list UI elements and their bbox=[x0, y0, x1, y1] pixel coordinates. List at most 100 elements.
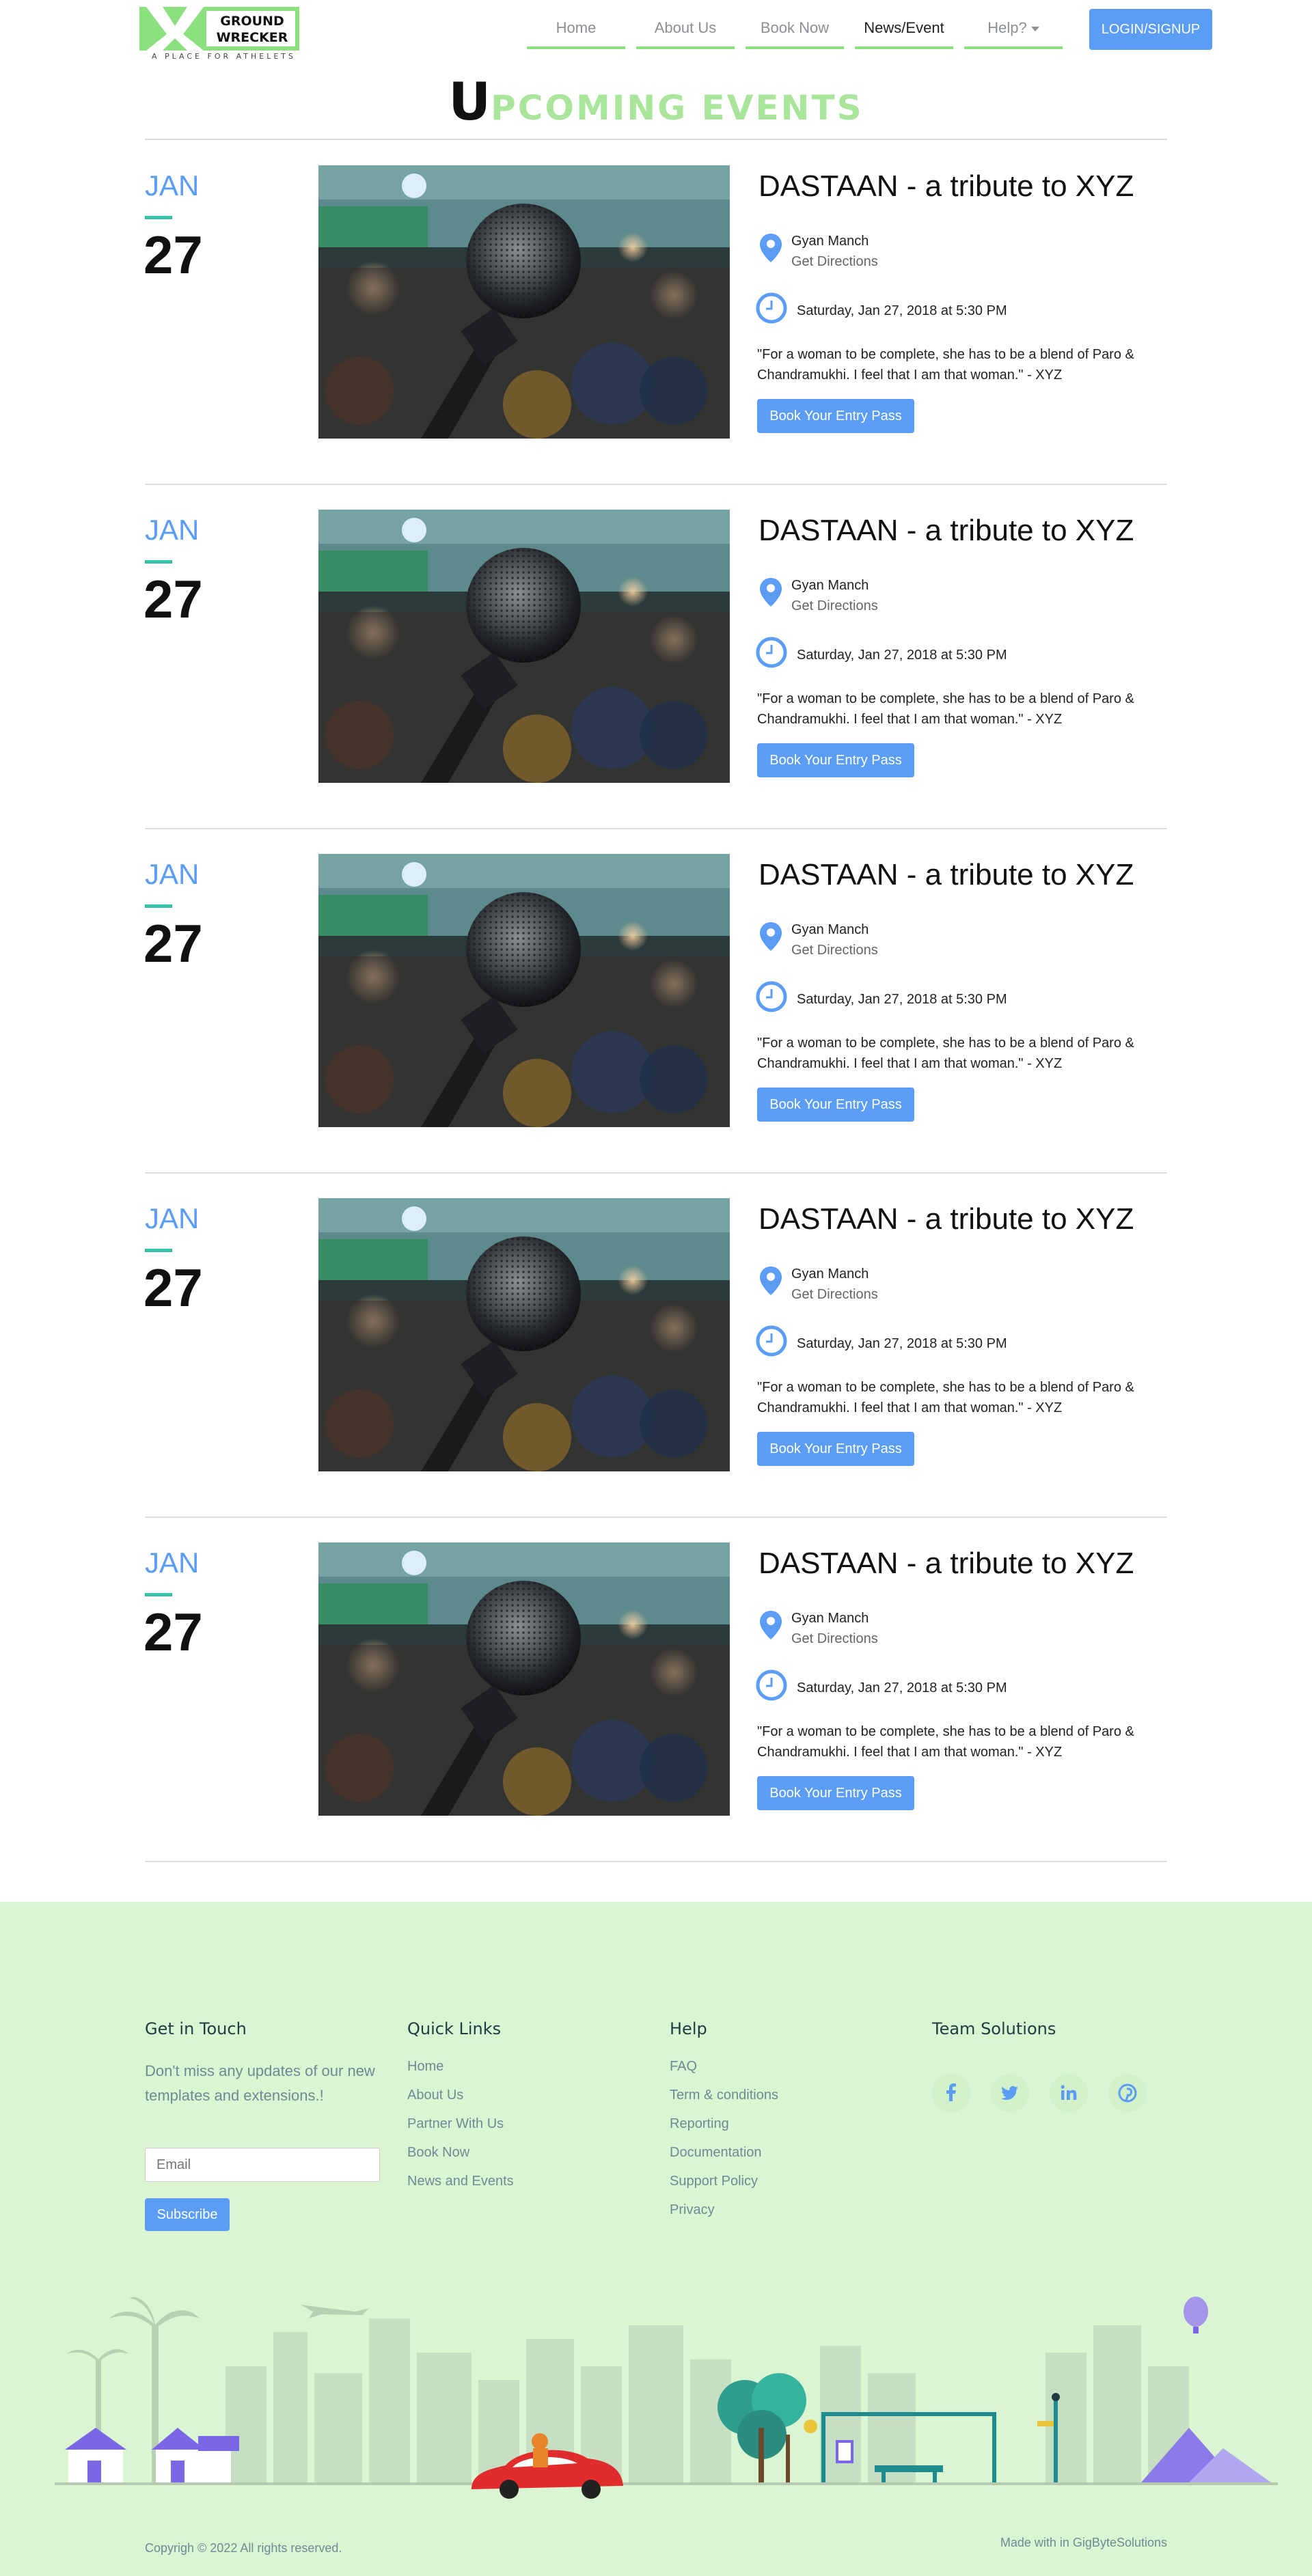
book-entry-pass-button[interactable]: Book Your Entry Pass bbox=[757, 1088, 914, 1122]
event-month: JAN bbox=[145, 169, 200, 202]
nav-about-us[interactable]: About Us bbox=[636, 16, 735, 49]
event-venue: Gyan Manch bbox=[791, 234, 869, 249]
month-underline bbox=[145, 216, 172, 219]
event-datetime: Saturday, Jan 27, 2018 at 5:30 PM bbox=[797, 1680, 1007, 1695]
facebook-icon[interactable] bbox=[932, 2074, 970, 2112]
event-day: 27 bbox=[144, 569, 203, 629]
navbar: GROUND WRECKER A PLACE FOR ATHELETS Home… bbox=[0, 0, 1312, 68]
footer-link-support-policy[interactable]: Support Policy bbox=[670, 2174, 778, 2189]
footer-link-news-events[interactable]: News and Events bbox=[407, 2174, 514, 2189]
login-signup-button[interactable]: LOGIN/SIGNUP bbox=[1089, 9, 1212, 50]
subscribe-button[interactable]: Subscribe bbox=[145, 2198, 230, 2231]
location-pin-icon bbox=[758, 232, 783, 267]
clock-icon bbox=[756, 637, 787, 671]
page-title-first-letter: U bbox=[448, 71, 491, 132]
event-venue: Gyan Manch bbox=[791, 578, 869, 593]
location-pin-icon bbox=[758, 1609, 783, 1644]
divider bbox=[145, 828, 1167, 829]
city-illustration bbox=[55, 2297, 1278, 2499]
event-title: DASTAAN - a tribute to XYZ bbox=[758, 514, 1134, 547]
get-directions-link[interactable]: Get Directions bbox=[791, 1631, 878, 1647]
location-pin-icon bbox=[758, 921, 783, 956]
divider bbox=[145, 1861, 1167, 1862]
event-title: DASTAAN - a tribute to XYZ bbox=[758, 858, 1134, 891]
event-month: JAN bbox=[145, 1547, 200, 1579]
footer-quick-links: Quick Links Home About Us Partner With U… bbox=[407, 2019, 514, 2202]
divider bbox=[145, 1172, 1167, 1174]
event-month: JAN bbox=[145, 514, 200, 546]
event-day: 27 bbox=[144, 913, 203, 973]
event-image bbox=[318, 510, 730, 783]
event-title: DASTAAN - a tribute to XYZ bbox=[758, 1547, 1134, 1580]
event-card: JAN 27 DASTAAN - a tribute to XYZ Gyan M… bbox=[0, 1542, 1312, 1888]
nav-book-now[interactable]: Book Now bbox=[746, 16, 844, 49]
book-entry-pass-button[interactable]: Book Your Entry Pass bbox=[757, 1776, 914, 1810]
footer-heading: Help bbox=[670, 2019, 707, 2038]
page-title-rest: PCOMING EVENTS bbox=[491, 88, 864, 128]
footer-link-reporting[interactable]: Reporting bbox=[670, 2116, 778, 2132]
event-description: "For a woman to be complete, she has to … bbox=[757, 1036, 1134, 1071]
made-with-text: Made with in GigByteSolutions bbox=[1000, 2536, 1167, 2549]
footer-link-privacy[interactable]: Privacy bbox=[670, 2202, 778, 2218]
twitter-icon[interactable] bbox=[991, 2074, 1029, 2112]
get-directions-link[interactable]: Get Directions bbox=[791, 254, 878, 270]
linkedin-icon[interactable] bbox=[1050, 2074, 1088, 2112]
event-datetime: Saturday, Jan 27, 2018 at 5:30 PM bbox=[797, 1336, 1007, 1351]
location-pin-icon bbox=[758, 1265, 783, 1300]
event-image bbox=[318, 165, 730, 439]
footer-link-terms[interactable]: Term & conditions bbox=[670, 2088, 778, 2103]
book-entry-pass-button[interactable]: Book Your Entry Pass bbox=[757, 399, 914, 433]
book-entry-pass-button[interactable]: Book Your Entry Pass bbox=[757, 1432, 914, 1466]
event-card: JAN 27 DASTAAN - a tribute to XYZ Gyan M… bbox=[0, 854, 1312, 1200]
event-venue: Gyan Manch bbox=[791, 922, 869, 937]
footer-get-in-touch: Get in Touch Don't miss any updates of o… bbox=[145, 2019, 391, 2231]
event-day: 27 bbox=[144, 1602, 203, 1662]
footer-heading: Get in Touch bbox=[145, 2019, 247, 2038]
event-title: DASTAAN - a tribute to XYZ bbox=[758, 169, 1134, 203]
page-title: UPCOMING EVENTS bbox=[0, 71, 1312, 132]
brand-tagline: A PLACE FOR ATHELETS bbox=[152, 52, 297, 61]
event-description: "For a woman to be complete, she has to … bbox=[757, 347, 1134, 383]
event-description: "For a woman to be complete, she has to … bbox=[757, 1724, 1134, 1760]
footer-team-solutions: Team Solutions bbox=[932, 2019, 1178, 2245]
month-underline bbox=[145, 1593, 172, 1596]
footer-newsletter-text: Don't miss any updates of our new templa… bbox=[145, 2062, 375, 2104]
nav-news-event[interactable]: News/Event bbox=[855, 16, 953, 49]
clock-icon bbox=[756, 292, 787, 327]
pinterest-icon[interactable] bbox=[1108, 2074, 1147, 2112]
footer-link-documentation[interactable]: Documentation bbox=[670, 2145, 778, 2161]
month-underline bbox=[145, 904, 172, 908]
location-pin-icon bbox=[758, 577, 783, 611]
footer-link-book-now[interactable]: Book Now bbox=[407, 2145, 514, 2161]
get-directions-link[interactable]: Get Directions bbox=[791, 943, 878, 958]
footer-link-home[interactable]: Home bbox=[407, 2059, 514, 2075]
nav-help-dropdown[interactable]: Help? bbox=[964, 16, 1063, 49]
book-entry-pass-button[interactable]: Book Your Entry Pass bbox=[757, 743, 914, 777]
footer: Get in Touch Don't miss any updates of o… bbox=[0, 1902, 1312, 2576]
footer-link-faq[interactable]: FAQ bbox=[670, 2059, 778, 2075]
divider bbox=[145, 139, 1167, 140]
clock-icon bbox=[756, 981, 787, 1016]
nav-help-label: Help? bbox=[987, 19, 1027, 36]
event-datetime: Saturday, Jan 27, 2018 at 5:30 PM bbox=[797, 303, 1007, 318]
email-field[interactable] bbox=[145, 2148, 380, 2182]
event-image bbox=[318, 1198, 730, 1471]
footer-link-about-us[interactable]: About Us bbox=[407, 2088, 514, 2103]
get-directions-link[interactable]: Get Directions bbox=[791, 1287, 878, 1303]
event-image bbox=[318, 1542, 730, 1816]
event-venue: Gyan Manch bbox=[791, 1266, 869, 1282]
nav-home[interactable]: Home bbox=[527, 16, 625, 49]
month-underline bbox=[145, 560, 172, 564]
clock-icon bbox=[756, 1670, 787, 1704]
footer-link-partner[interactable]: Partner With Us bbox=[407, 2116, 514, 2132]
divider bbox=[145, 484, 1167, 485]
event-datetime: Saturday, Jan 27, 2018 at 5:30 PM bbox=[797, 648, 1007, 663]
brand-line2: WRECKER bbox=[216, 30, 288, 45]
event-month: JAN bbox=[145, 858, 200, 890]
event-card: JAN 27 DASTAAN - a tribute to XYZ Gyan M… bbox=[0, 165, 1312, 511]
footer-heading: Quick Links bbox=[407, 2019, 502, 2038]
divider bbox=[145, 1516, 1167, 1518]
brand-line1: GROUND bbox=[220, 14, 284, 29]
get-directions-link[interactable]: Get Directions bbox=[791, 598, 878, 614]
event-day: 27 bbox=[144, 225, 203, 285]
